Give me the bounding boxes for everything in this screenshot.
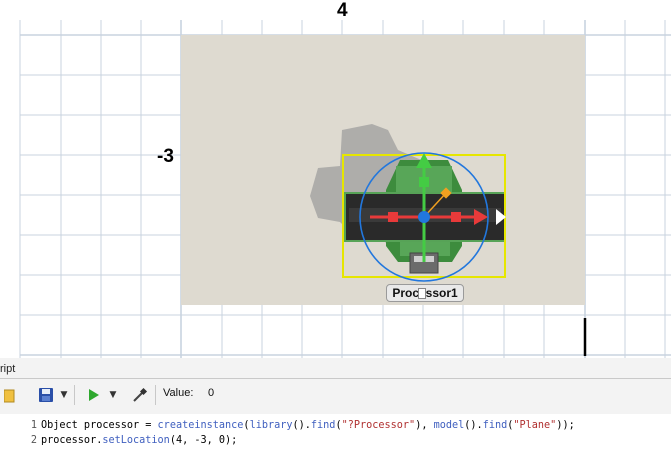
code-token: "?Processor" <box>341 420 416 431</box>
code-line[interactable]: 1 Object processor = createinstance(libra… <box>0 418 575 433</box>
save-dropdown-icon[interactable]: ▼ <box>59 385 69 405</box>
code-token: processor. <box>41 435 103 446</box>
line-number: 1 <box>30 420 37 431</box>
code-token: find <box>482 420 508 431</box>
value-field[interactable]: 0 <box>208 387 214 399</box>
divider <box>0 378 671 379</box>
line-number: 2 <box>30 435 37 446</box>
y-coordinate-label: -3 <box>157 146 174 167</box>
code-token: ), <box>415 420 434 431</box>
value-label: Value: <box>163 387 194 399</box>
label-caret <box>418 288 426 299</box>
scene-canvas[interactable] <box>0 0 671 358</box>
code-token: Object processor = <box>41 420 158 431</box>
run-icon[interactable] <box>87 385 100 405</box>
code-token: )); <box>556 420 575 431</box>
code-token: (). <box>292 420 311 431</box>
code-token: createinstance <box>157 420 244 431</box>
code-token: setLocation <box>102 435 170 446</box>
3d-viewport[interactable]: 4 -3 Processor1 <box>0 0 671 358</box>
save-icon[interactable] <box>37 385 54 405</box>
open-icon[interactable] <box>4 385 16 405</box>
panel-title: ript <box>0 363 16 375</box>
toolbar-separator <box>74 385 75 405</box>
script-panel: ript ▼ ▼ Value: 0 1 Object processor = cr… <box>0 358 671 475</box>
x-coordinate-label: 4 <box>337 0 348 21</box>
code-token: library <box>249 420 293 431</box>
code-token: (4, -3, 0); <box>169 435 238 446</box>
eyedropper-icon[interactable] <box>132 385 148 405</box>
code-token: model <box>433 420 465 431</box>
code-token: (). <box>464 420 483 431</box>
toolbar-separator <box>155 385 156 405</box>
script-toolbar: ▼ ▼ <box>0 382 671 410</box>
run-dropdown-icon[interactable]: ▼ <box>108 385 118 405</box>
code-editor[interactable]: 1 Object processor = createinstance(libra… <box>0 414 671 475</box>
code-token: "Plane" <box>513 420 557 431</box>
code-line[interactable]: 2 processor.setLocation(4, -3, 0); <box>0 433 237 448</box>
code-token: find <box>310 420 336 431</box>
